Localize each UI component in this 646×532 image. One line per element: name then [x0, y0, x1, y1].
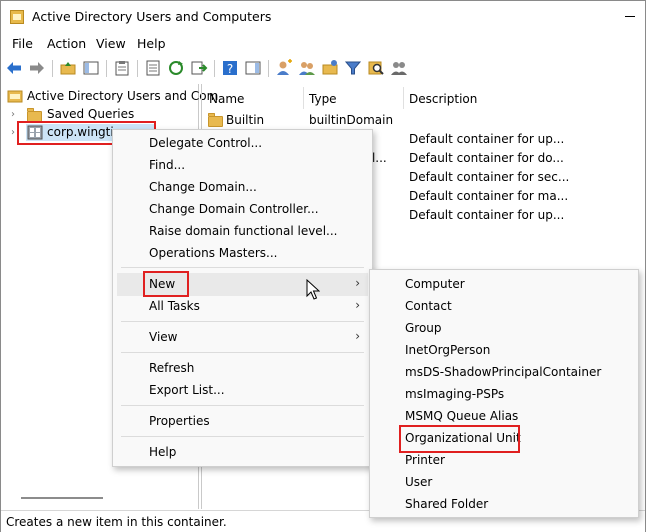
highlight-box-organizational-unit — [399, 425, 520, 453]
svg-text:?: ? — [227, 62, 233, 76]
export-list-icon[interactable] — [190, 59, 208, 77]
submenu-arrow-icon: › — [355, 276, 360, 290]
forward-arrow-icon[interactable] — [28, 59, 46, 77]
submenu-item-contact[interactable]: Contact — [405, 299, 452, 313]
toolbar: ? — [1, 56, 645, 82]
menu-separator — [121, 405, 364, 406]
menu-item-operations-masters[interactable]: Operations Masters... — [149, 246, 277, 260]
status-text: Creates a new item in this container. — [6, 515, 227, 529]
submenu-item-printer[interactable]: Printer — [405, 453, 445, 467]
column-header-type[interactable]: Type — [309, 92, 337, 106]
context-menu: Delegate Control... Find... Change Domai… — [112, 129, 373, 467]
list-cell-description: Default container for sec... — [409, 170, 570, 184]
new-ou-icon[interactable] — [321, 59, 339, 77]
aduc-root-icon — [7, 90, 23, 103]
submenu-arrow-icon: › — [355, 298, 360, 312]
submenu-item-user[interactable]: User — [405, 475, 432, 489]
menu-item-refresh[interactable]: Refresh — [149, 361, 194, 375]
submenu-arrow-icon: › — [355, 329, 360, 343]
menu-item-all-tasks[interactable]: All Tasks — [149, 299, 200, 313]
menu-help[interactable]: Help — [137, 36, 166, 51]
expand-chevron-icon[interactable]: › — [11, 109, 15, 120]
list-cell-description: Default container for ma... — [409, 189, 569, 203]
new-submenu: Computer Contact Group InetOrgPerson msD… — [369, 269, 639, 518]
submenu-item-group[interactable]: Group — [405, 321, 442, 335]
submenu-item-msimaging-psps[interactable]: msImaging-PSPs — [405, 387, 504, 401]
tree-root-label[interactable]: Active Directory Users and Com — [27, 89, 218, 103]
minimize-button[interactable] — [621, 7, 639, 25]
filter-icon[interactable] — [344, 59, 362, 77]
menu-separator — [121, 321, 364, 322]
menu-item-delegate-control[interactable]: Delegate Control... — [149, 136, 262, 150]
show-hide-action-pane-icon[interactable] — [244, 59, 262, 77]
list-cell-description: Default container for up... — [409, 208, 565, 222]
toolbar-separator — [106, 60, 107, 77]
highlight-box-new — [143, 271, 189, 297]
new-group-icon[interactable] — [298, 59, 316, 77]
console-tree-icon[interactable] — [82, 59, 100, 77]
column-header-name[interactable]: Name — [209, 92, 244, 106]
submenu-item-msmq-queue-alias[interactable]: MSMQ Queue Alias — [405, 409, 518, 423]
back-arrow-icon[interactable] — [5, 59, 23, 77]
column-header-description[interactable]: Description — [409, 92, 477, 106]
expand-chevron-icon[interactable]: › — [11, 127, 15, 138]
submenu-item-shared-folder[interactable]: Shared Folder — [405, 497, 488, 511]
tree-horizontal-scrollbar[interactable] — [21, 497, 103, 499]
menu-item-raise-functional-level[interactable]: Raise domain functional level... — [149, 224, 337, 238]
list-cell-description: Default container for up... — [409, 132, 565, 146]
refresh-icon[interactable] — [167, 59, 185, 77]
title-bar: Active Directory Users and Computers — [1, 1, 645, 33]
add-to-group-icon[interactable] — [390, 59, 408, 77]
menu-separator — [121, 267, 364, 268]
menu-file[interactable]: File — [12, 36, 33, 51]
toolbar-separator — [137, 60, 138, 77]
menu-separator — [121, 352, 364, 353]
menu-bar: File Action View Help — [1, 34, 645, 54]
window-title: Active Directory Users and Computers — [32, 9, 272, 24]
aduc-app-icon — [10, 10, 24, 24]
list-cell-description: Default container for do... — [409, 151, 564, 165]
menu-item-change-domain[interactable]: Change Domain... — [149, 180, 257, 194]
submenu-item-inetorgperson[interactable]: InetOrgPerson — [405, 343, 490, 357]
column-divider[interactable] — [403, 87, 404, 109]
menu-item-help[interactable]: Help — [149, 445, 176, 459]
help-icon[interactable]: ? — [221, 59, 239, 77]
menu-item-properties[interactable]: Properties — [149, 414, 210, 428]
menu-item-view[interactable]: View — [149, 330, 177, 344]
toolbar-separator — [268, 60, 269, 77]
submenu-item-shadow-principal-container[interactable]: msDS-ShadowPrincipalContainer — [405, 365, 601, 379]
menu-view[interactable]: View — [96, 36, 126, 51]
submenu-item-computer[interactable]: Computer — [405, 277, 465, 291]
up-folder-icon[interactable] — [59, 59, 77, 77]
list-cell-type: builtinDomain — [309, 113, 394, 127]
toolbar-separator — [52, 60, 53, 77]
menu-separator — [121, 436, 364, 437]
menu-item-change-domain-controller[interactable]: Change Domain Controller... — [149, 202, 319, 216]
properties-sheet-icon[interactable] — [144, 59, 162, 77]
column-divider[interactable] — [303, 87, 304, 109]
menu-item-find[interactable]: Find... — [149, 158, 185, 172]
tree-item-saved-queries[interactable]: Saved Queries — [47, 107, 134, 121]
new-user-icon[interactable] — [275, 59, 293, 77]
menu-item-export-list[interactable]: Export List... — [149, 383, 225, 397]
folder-icon — [208, 113, 223, 127]
clipboard-icon[interactable] — [113, 59, 131, 77]
mouse-cursor-icon — [306, 279, 320, 300]
toolbar-separator — [214, 60, 215, 77]
menu-action[interactable]: Action — [47, 36, 86, 51]
find-icon[interactable] — [367, 59, 385, 77]
list-cell-name[interactable]: Builtin — [226, 113, 264, 127]
